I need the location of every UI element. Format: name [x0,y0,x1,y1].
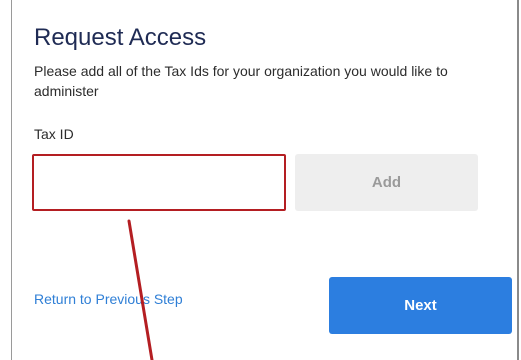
instructions-text: Please add all of the Tax Ids for your o… [34,63,448,99]
page-title: Request Access [34,24,207,51]
tax-id-input[interactable] [32,154,286,211]
page: Request Access Please add all of the Tax… [0,0,521,360]
add-button[interactable]: Add [295,154,478,211]
next-button[interactable]: Next [329,277,512,334]
return-to-previous-step-link[interactable]: Return to Previous Step [34,290,183,308]
tax-id-label: Tax ID [34,126,74,142]
